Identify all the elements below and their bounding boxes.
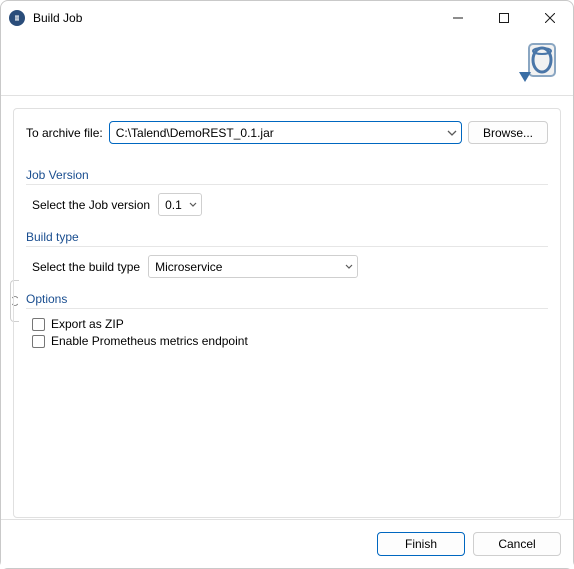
archive-label: To archive file: <box>26 126 103 140</box>
cancel-button[interactable]: Cancel <box>473 532 561 556</box>
main-panel: To archive file: Browse... Job Version S… <box>13 108 561 518</box>
job-version-select[interactable]: 0.1 <box>158 193 202 216</box>
build-type-label: Select the build type <box>32 260 140 274</box>
chevron-down-icon <box>345 264 353 269</box>
archive-row: To archive file: Browse... <box>26 121 548 144</box>
close-button[interactable] <box>527 1 573 35</box>
job-version-label: Select the Job version <box>32 198 150 212</box>
group-build-type: Build type Select the build type Microse… <box>26 230 548 278</box>
archive-file-combo[interactable] <box>109 121 462 144</box>
content: To archive file: Browse... Job Version S… <box>1 96 573 518</box>
maximize-button[interactable] <box>481 1 527 35</box>
app-icon <box>9 10 25 26</box>
group-title-build-type: Build type <box>26 230 548 247</box>
checkbox-export-zip[interactable] <box>32 318 45 331</box>
archive-file-input[interactable] <box>109 121 462 144</box>
option-export-zip-label: Export as ZIP <box>51 317 124 331</box>
option-prometheus[interactable]: Enable Prometheus metrics endpoint <box>32 334 548 348</box>
minimize-button[interactable] <box>435 1 481 35</box>
group-title-job-version: Job Version <box>26 168 548 185</box>
checkbox-prometheus[interactable] <box>32 335 45 348</box>
chevron-down-icon <box>189 202 197 207</box>
option-export-zip[interactable]: Export as ZIP <box>32 317 548 331</box>
group-title-options: Options <box>26 292 548 309</box>
job-version-value: 0.1 <box>165 198 182 212</box>
group-job-version: Job Version Select the Job version 0.1 <box>26 168 548 216</box>
window-title: Build Job <box>33 11 82 25</box>
chevron-down-icon[interactable] <box>447 121 457 144</box>
finish-button[interactable]: Finish <box>377 532 465 556</box>
wizard-icon <box>517 42 559 93</box>
window-controls <box>435 1 573 35</box>
banner <box>1 35 573 96</box>
build-type-value: Microservice <box>155 260 222 274</box>
footer: Finish Cancel <box>1 519 573 568</box>
build-type-select[interactable]: Microservice <box>148 255 358 278</box>
titlebar: Build Job <box>1 1 573 35</box>
group-options: Options Export as ZIP Enable Prometheus … <box>26 292 548 348</box>
option-prometheus-label: Enable Prometheus metrics endpoint <box>51 334 248 348</box>
browse-button[interactable]: Browse... <box>468 121 548 144</box>
